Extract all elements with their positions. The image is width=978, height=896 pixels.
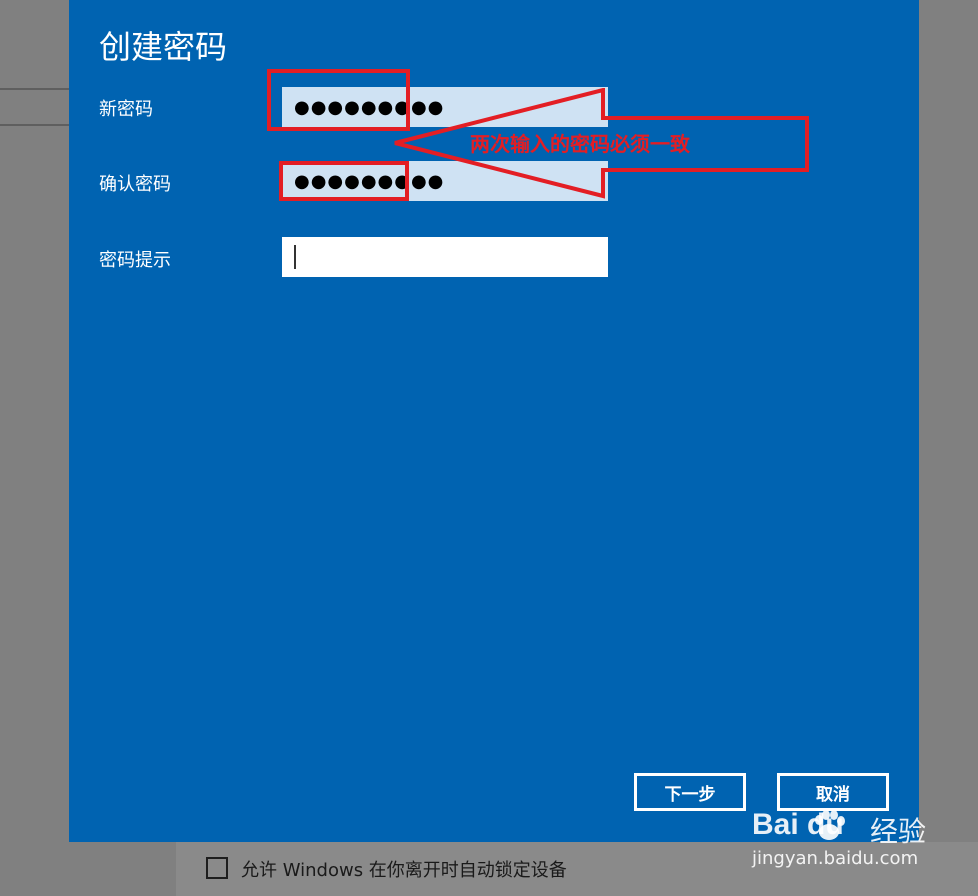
cancel-button[interactable]: 取消: [777, 773, 889, 811]
text-cursor: [294, 245, 296, 269]
background-divider-bottom: [0, 124, 70, 126]
confirm-password-highlight: [279, 161, 409, 201]
auto-lock-checkbox-label: 允许 Windows 在你离开时自动锁定设备: [241, 860, 567, 881]
confirm-password-label: 确认密码: [99, 174, 171, 195]
dialog-title: 创建密码: [99, 28, 228, 66]
next-button[interactable]: 下一步: [634, 773, 746, 811]
password-hint-label: 密码提示: [99, 250, 171, 271]
annotation-text: 两次输入的密码必须一致: [470, 132, 690, 156]
watermark-url: jingyan.baidu.com: [752, 848, 919, 869]
new-password-highlight: [267, 69, 410, 131]
watermark-brand: 经验: [870, 815, 927, 848]
background-divider-top: [0, 88, 70, 90]
new-password-label: 新密码: [99, 99, 153, 120]
paw-icon: [815, 810, 845, 840]
baidu-jingyan-watermark: Bai du 经验 jingyan.baidu.com: [752, 808, 972, 888]
auto-lock-checkbox[interactable]: [206, 857, 228, 879]
password-hint-field[interactable]: [282, 237, 608, 277]
